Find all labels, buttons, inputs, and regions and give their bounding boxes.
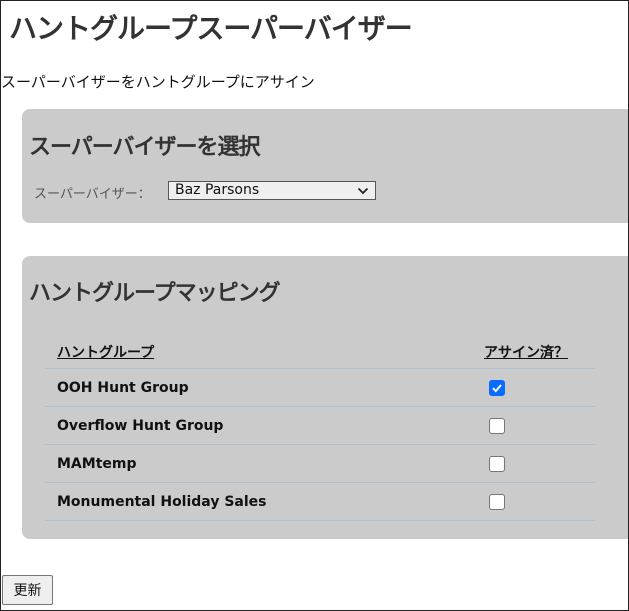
page-title: ハントグループスーパーバイザー: [9, 12, 413, 45]
table-row: OOH Hunt Group: [45, 368, 595, 407]
supervisor-label: スーパーバイザー：: [34, 187, 151, 202]
page-frame: ハントグループスーパーバイザー スーパーバイザーをハントグループにアサイン スー…: [0, 0, 629, 611]
assigned-checkbox[interactable]: [489, 379, 505, 396]
hunt-group-name: OOH Hunt Group: [45, 368, 470, 407]
table-header-row: ハントグループ アサイン済？: [45, 326, 595, 369]
hunt-group-name: Monumental Holiday Sales: [45, 482, 470, 521]
page-subtitle: スーパーバイザーをハントグループにアサイン: [1, 73, 315, 91]
supervisor-select[interactable]: Baz Parsons: [168, 181, 376, 200]
hunt-group-table: ハントグループ アサイン済？ OOH Hunt Group Overflow H…: [45, 326, 595, 521]
assigned-checkbox[interactable]: [489, 417, 505, 434]
hunt-group-name: MAMtemp: [45, 444, 470, 483]
supervisor-select-value: Baz Parsons: [175, 182, 260, 198]
chevron-down-icon: [357, 187, 369, 195]
table-row: MAMtemp: [45, 444, 595, 483]
hunt-group-mapping-panel: ハントグループマッピング ハントグループ アサイン済？ OOH Hunt Gro…: [22, 256, 628, 539]
table-row: Overflow Hunt Group: [45, 406, 595, 445]
column-header-assigned[interactable]: アサイン済？: [470, 326, 595, 369]
supervisor-panel-heading: スーパーバイザーを選択: [29, 135, 261, 160]
assigned-checkbox[interactable]: [489, 493, 505, 510]
assigned-checkbox[interactable]: [489, 455, 505, 472]
check-icon: [492, 383, 502, 392]
supervisor-select-panel: スーパーバイザーを選択 スーパーバイザー： Baz Parsons: [22, 109, 628, 223]
hunt-group-name: Overflow Hunt Group: [45, 406, 470, 445]
update-button[interactable]: 更新: [2, 575, 53, 605]
table-row: Monumental Holiday Sales: [45, 482, 595, 521]
mapping-panel-heading: ハントグループマッピング: [29, 281, 281, 306]
column-header-hunt-group[interactable]: ハントグループ: [45, 326, 470, 369]
